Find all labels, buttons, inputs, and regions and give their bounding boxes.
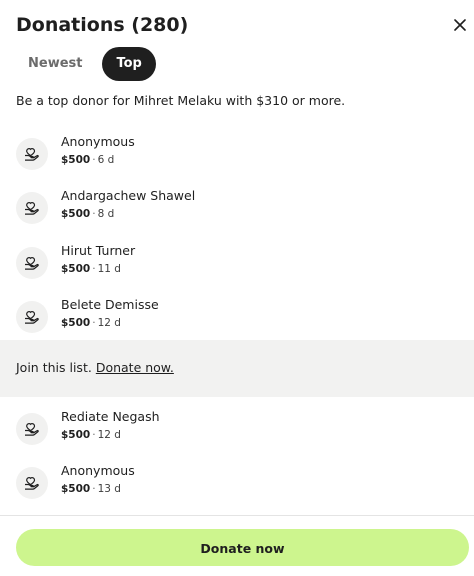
donor-row: Anonymous $500 · 13 d — [16, 462, 456, 506]
tab-newest[interactable]: Newest — [16, 47, 98, 81]
donor-amount: $500 — [61, 154, 91, 166]
heart-in-hand-icon — [25, 201, 39, 215]
donor-amount: $500 — [61, 263, 91, 275]
meta-separator: · — [92, 483, 96, 495]
meta-separator: · — [92, 263, 96, 275]
donations-modal: Donations (280) Newest Top Be a top dono… — [0, 0, 474, 576]
donor-amount: $500 — [61, 208, 91, 220]
donor-row: Rediate Negash $500 · 12 d — [16, 408, 456, 452]
sort-tabs: Newest Top — [16, 47, 160, 81]
meta-separator: · — [92, 208, 96, 220]
donor-time: 13 d — [97, 483, 121, 495]
donor-name: Anonymous — [61, 134, 135, 149]
donor-avatar — [16, 138, 48, 170]
donor-amount: $500 — [61, 483, 91, 495]
heart-in-hand-icon — [25, 310, 39, 324]
donor-avatar — [16, 247, 48, 279]
donor-avatar — [16, 467, 48, 499]
join-list-banner: Join this list. Donate now. — [0, 340, 474, 397]
donor-row: Anonymous $500 · 6 d — [16, 133, 456, 177]
donor-name: Andargachew Shawel — [61, 188, 196, 203]
donor-name: Hirut Turner — [61, 243, 136, 258]
meta-separator: · — [92, 154, 96, 166]
close-button[interactable] — [449, 14, 471, 36]
donor-name: Rediate Negash — [61, 409, 160, 424]
join-label: Join this list. — [16, 360, 92, 375]
donor-avatar — [16, 413, 48, 445]
heart-in-hand-icon — [25, 256, 39, 270]
donor-row: Andargachew Shawel $500 · 8 d — [16, 187, 456, 231]
donate-now-button[interactable]: Donate now — [16, 529, 469, 566]
join-list-text: Join this list. Donate now. — [16, 359, 174, 377]
close-icon — [454, 19, 466, 31]
donor-meta: $500 · 12 d — [61, 428, 121, 442]
donor-meta: $500 · 13 d — [61, 482, 121, 496]
donor-name: Anonymous — [61, 463, 135, 478]
heart-in-hand-icon — [25, 147, 39, 161]
donor-name: Belete Demisse — [61, 297, 159, 312]
donate-now-link[interactable]: Donate now. — [96, 360, 174, 375]
donor-time: 12 d — [97, 317, 121, 329]
donor-time: 12 d — [97, 429, 121, 441]
donor-meta: $500 · 8 d — [61, 207, 114, 221]
footer-divider — [0, 515, 474, 516]
donor-amount: $500 — [61, 429, 91, 441]
donor-time: 11 d — [97, 263, 121, 275]
meta-separator: · — [92, 429, 96, 441]
donor-time: 8 d — [97, 208, 115, 220]
donor-row: Belete Demisse $500 · 12 d — [16, 296, 456, 340]
top-donor-hint: Be a top donor for Mihret Melaku with $3… — [16, 93, 346, 108]
donor-amount: $500 — [61, 317, 91, 329]
donor-time: 6 d — [97, 154, 115, 166]
donor-meta: $500 · 12 d — [61, 316, 121, 330]
heart-in-hand-icon — [25, 422, 39, 436]
donor-row: Hirut Turner $500 · 11 d — [16, 242, 456, 286]
donor-avatar — [16, 301, 48, 333]
donor-meta: $500 · 11 d — [61, 262, 121, 276]
page-title: Donations (280) — [16, 14, 189, 36]
heart-in-hand-icon — [25, 476, 39, 490]
tab-top[interactable]: Top — [102, 47, 156, 81]
donor-meta: $500 · 6 d — [61, 153, 114, 167]
meta-separator: · — [92, 317, 96, 329]
donor-avatar — [16, 192, 48, 224]
